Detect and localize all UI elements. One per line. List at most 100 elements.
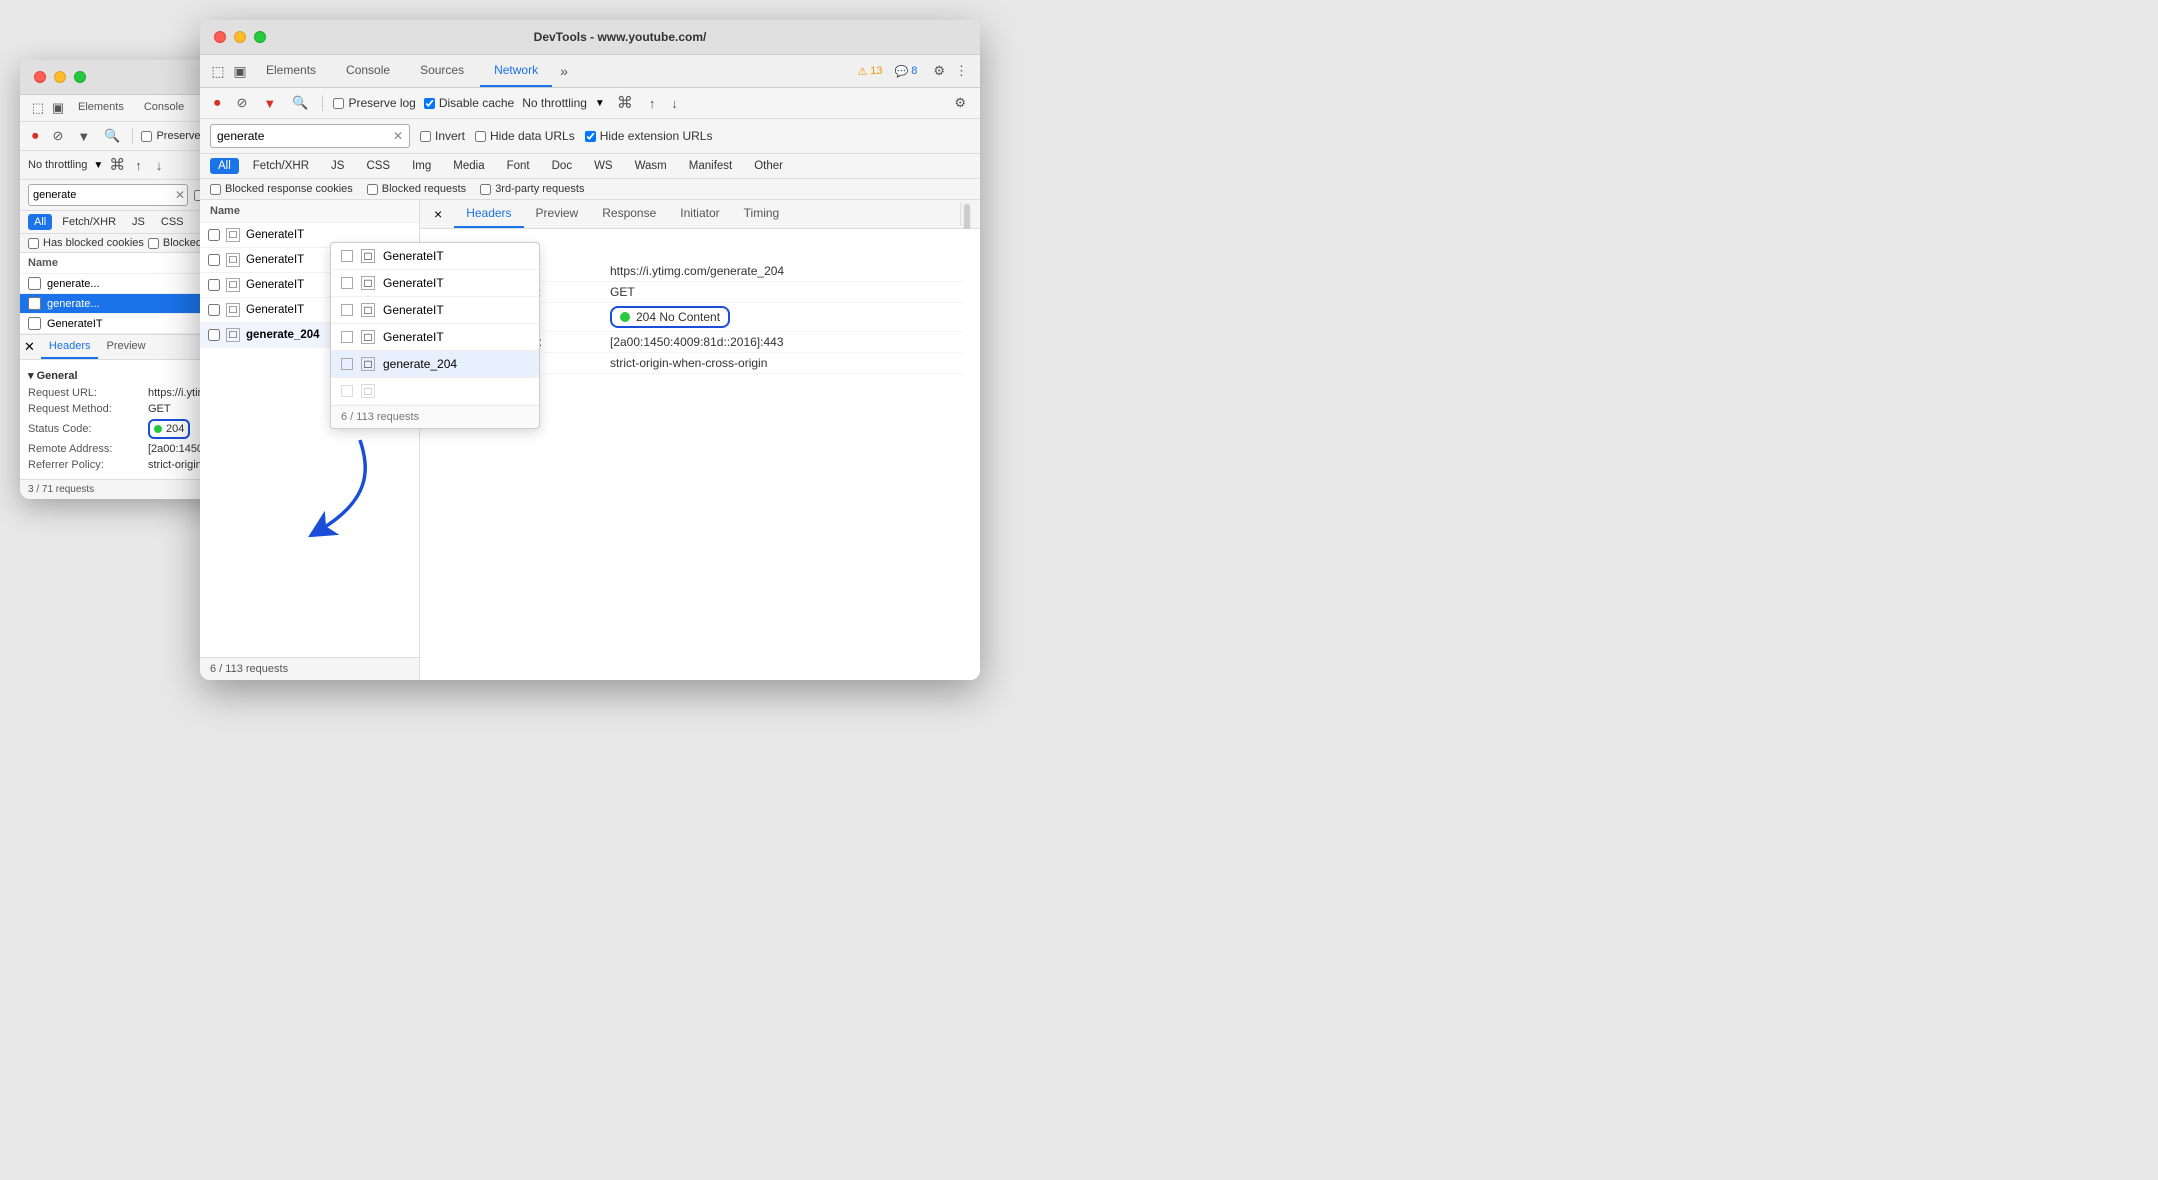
front-hide-ext-label[interactable]: Hide extension URLs <box>585 129 713 143</box>
front-upload-icon[interactable]: ↑ <box>645 94 660 113</box>
back-search-box[interactable]: ✕ <box>28 184 188 206</box>
back-download-icon[interactable]: ↓ <box>152 156 167 175</box>
list-item3-checkbox[interactable] <box>208 279 220 291</box>
front-filter-button[interactable]: ▼ <box>259 94 280 113</box>
list-item4-checkbox[interactable] <box>208 304 220 316</box>
back-has-blocked-label[interactable]: Has blocked cookies <box>28 237 144 249</box>
back-search-clear[interactable]: ✕ <box>175 188 185 202</box>
back-filter-css[interactable]: CSS <box>155 214 190 230</box>
list-item2-checkbox[interactable] <box>208 254 220 266</box>
tab-network[interactable]: Network <box>480 55 552 87</box>
front-detail-close-btn[interactable]: × <box>428 200 448 228</box>
back-filter-fetch[interactable]: Fetch/XHR <box>56 214 122 230</box>
back-upload-icon[interactable]: ↑ <box>131 156 146 175</box>
front-filter-manifest[interactable]: Manifest <box>681 158 740 174</box>
front-detail-tab-initiator[interactable]: Initiator <box>668 200 731 228</box>
autocomplete-item[interactable]: □ GenerateIT <box>331 297 539 324</box>
front-filter-other[interactable]: Other <box>746 158 791 174</box>
front-clear-button[interactable]: ⊘ <box>233 93 252 113</box>
front-filter-media[interactable]: Media <box>445 158 492 174</box>
front-search-box[interactable]: ✕ <box>210 124 410 148</box>
back-search-button[interactable]: 🔍 <box>100 126 124 146</box>
autocomplete-item[interactable]: □ GenerateIT <box>331 270 539 297</box>
front-filter-css[interactable]: CSS <box>358 158 398 174</box>
front-filter-wasm[interactable]: Wasm <box>627 158 675 174</box>
back-device-icon[interactable]: ▣ <box>48 98 68 118</box>
front-disable-cache-checkbox[interactable] <box>424 98 435 109</box>
front-blocked-req-label[interactable]: Blocked requests <box>367 183 466 195</box>
back-row2-checkbox[interactable] <box>28 297 41 310</box>
front-preserve-log-label[interactable]: Preserve log <box>333 96 415 110</box>
front-blocked-cookies-checkbox[interactable] <box>210 184 221 195</box>
front-third-party-checkbox[interactable] <box>480 184 491 195</box>
front-third-party-label[interactable]: 3rd-party requests <box>480 183 584 195</box>
front-detail-tab-preview[interactable]: Preview <box>524 200 591 228</box>
tab-console[interactable]: Console <box>332 55 404 87</box>
front-blocked-req-checkbox[interactable] <box>367 184 378 195</box>
back-has-blocked-checkbox[interactable] <box>28 238 39 249</box>
back-record-button[interactable]: ⏺ <box>28 126 43 146</box>
front-search-button[interactable]: 🔍 <box>288 93 312 113</box>
front-invert-label[interactable]: Invert <box>420 129 465 143</box>
autocomplete-item[interactable]: □ GenerateIT <box>331 324 539 351</box>
front-blocked-cookies-label[interactable]: Blocked response cookies <box>210 183 353 195</box>
back-clear-button[interactable]: ⊘ <box>49 126 68 146</box>
back-detail-close[interactable]: ✕ <box>24 339 35 355</box>
back-minimize-button[interactable] <box>54 71 66 83</box>
back-maximize-button[interactable] <box>74 71 86 83</box>
front-throttle-chevron[interactable]: ▼ <box>595 98 605 109</box>
back-tab-preview[interactable]: Preview <box>98 335 153 359</box>
front-invert-checkbox[interactable] <box>420 131 431 142</box>
tab-sources[interactable]: Sources <box>406 55 478 87</box>
back-filter-all[interactable]: All <box>28 214 52 230</box>
front-search-clear[interactable]: ✕ <box>393 129 403 143</box>
front-filter-ws[interactable]: WS <box>586 158 621 174</box>
back-close-button[interactable] <box>34 71 46 83</box>
back-tab-console[interactable]: Console <box>134 95 194 121</box>
back-throttle-chevron[interactable]: ▼ <box>93 160 103 171</box>
autocomplete-item[interactable]: □ GenerateIT <box>331 243 539 270</box>
back-row1-checkbox[interactable] <box>28 277 41 290</box>
front-hide-data-checkbox[interactable] <box>475 131 486 142</box>
front-maximize-button[interactable] <box>254 31 266 43</box>
front-download-icon[interactable]: ↓ <box>667 94 682 113</box>
front-device-icon[interactable]: ▣ <box>230 61 250 81</box>
front-filter-js[interactable]: JS <box>323 158 352 174</box>
back-tab-headers[interactable]: Headers <box>41 335 99 359</box>
front-minimize-button[interactable] <box>234 31 246 43</box>
back-blocked-req-checkbox[interactable] <box>148 238 159 249</box>
front-more-button[interactable]: ⋮ <box>951 61 972 81</box>
front-filter-fetch[interactable]: Fetch/XHR <box>245 158 317 174</box>
back-filter-button[interactable]: ▼ <box>73 127 94 146</box>
front-disable-cache-label[interactable]: Disable cache <box>424 96 514 110</box>
list-item1-checkbox[interactable] <box>208 229 220 241</box>
front-filter-font[interactable]: Font <box>499 158 538 174</box>
front-settings-button[interactable]: ⚙ <box>929 61 949 81</box>
scrollbar-track[interactable] <box>960 202 972 226</box>
front-detail-tab-timing[interactable]: Timing <box>732 200 792 228</box>
tab-elements[interactable]: Elements <box>252 55 330 87</box>
list-item4-name: GenerateIT <box>246 304 304 316</box>
front-filter-doc[interactable]: Doc <box>544 158 580 174</box>
front-close-button[interactable] <box>214 31 226 43</box>
front-network-settings[interactable]: ⚙ <box>950 93 970 113</box>
front-record-button[interactable]: ⏺ <box>210 93 225 113</box>
tab-more[interactable]: » <box>554 59 574 83</box>
back-tab-elements[interactable]: Elements <box>68 95 134 121</box>
autocomplete-item-highlighted[interactable]: □ generate_204 <box>331 351 539 378</box>
back-search-input[interactable] <box>33 189 175 201</box>
back-cursor-icon[interactable]: ⬚ <box>28 98 48 118</box>
back-preserve-log-checkbox[interactable] <box>141 131 152 142</box>
front-detail-tab-response[interactable]: Response <box>590 200 668 228</box>
front-filter-img[interactable]: Img <box>404 158 439 174</box>
back-row3-checkbox[interactable] <box>28 317 41 330</box>
front-preserve-log-checkbox[interactable] <box>333 98 344 109</box>
front-hide-ext-checkbox[interactable] <box>585 131 596 142</box>
list-item5-checkbox[interactable] <box>208 329 220 341</box>
front-detail-tab-headers[interactable]: Headers <box>454 200 523 228</box>
back-filter-js[interactable]: JS <box>126 214 151 230</box>
front-cursor-icon[interactable]: ⬚ <box>208 61 228 81</box>
front-hide-data-label[interactable]: Hide data URLs <box>475 129 575 143</box>
front-filter-all[interactable]: All <box>210 158 239 174</box>
front-search-input[interactable] <box>217 129 393 143</box>
